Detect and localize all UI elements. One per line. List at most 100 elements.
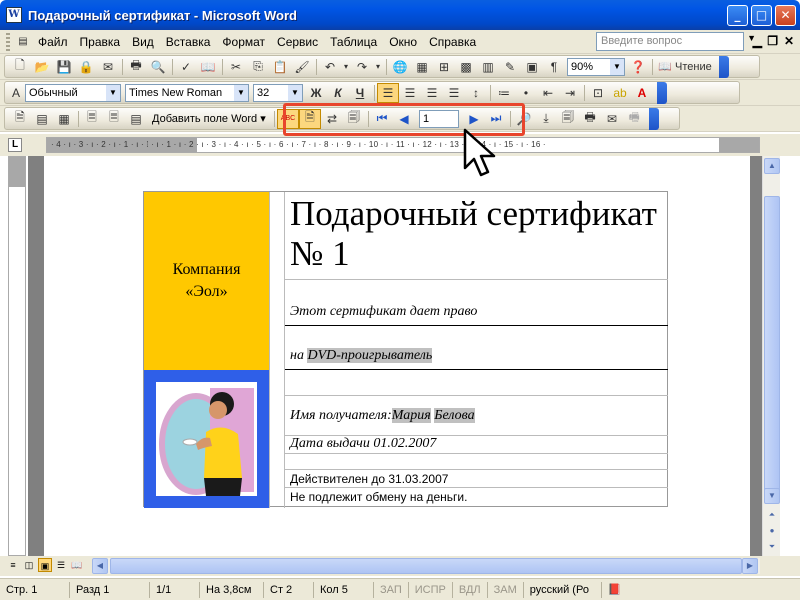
font-color-icon[interactable]: A	[631, 83, 653, 103]
align-right-icon[interactable]: ☰	[421, 83, 443, 103]
styles-pane-icon[interactable]: A	[9, 83, 23, 103]
menu-edit[interactable]: Правка	[74, 35, 127, 49]
doc-icon[interactable]: ▤	[14, 32, 32, 52]
paste-icon[interactable]: 📋	[269, 57, 291, 77]
zoom-select[interactable]: 90% ▼	[567, 57, 625, 76]
redo-dropdown-icon[interactable]: ▾	[373, 57, 383, 77]
status-track-changes[interactable]: ИСПР	[409, 581, 453, 598]
horizontal-scrollbar[interactable]: ◀ ▶	[92, 558, 760, 574]
email-icon[interactable]: ✉	[97, 57, 119, 77]
tables-borders-icon[interactable]: ▦	[411, 57, 433, 77]
scroll-up-icon[interactable]: ▲	[764, 158, 780, 174]
previous-page-icon[interactable]: ⏶	[764, 508, 780, 524]
doc-close-button[interactable]: ✕	[784, 34, 794, 48]
recipients-icon[interactable]: ▦	[53, 109, 75, 129]
menu-insert[interactable]: Вставка	[160, 35, 217, 49]
main-document-setup-icon[interactable]: 🗎	[9, 109, 31, 129]
merge-to-new-document-icon[interactable]: 🗐	[557, 109, 579, 129]
font-dropdown-icon[interactable]: ▼	[234, 84, 248, 101]
redo-icon[interactable]: ↷	[351, 57, 373, 77]
bullets-icon[interactable]: •	[515, 83, 537, 103]
certificate-table[interactable]: Компания «Эол» Подарочный сертификат № 1…	[143, 191, 668, 508]
font-size-select[interactable]: 32 ▼	[253, 83, 303, 102]
bold-button[interactable]: Ж	[305, 83, 327, 103]
close-button[interactable]: ✕	[775, 5, 796, 26]
font-select[interactable]: Times New Roman ▼	[125, 83, 249, 102]
undo-icon[interactable]: ↶	[319, 57, 341, 77]
print-preview-icon[interactable]: 🔍	[147, 57, 169, 77]
doc-restore-button[interactable]: ❐	[767, 34, 778, 48]
status-overtype[interactable]: ЗАМ	[488, 581, 524, 598]
permission-icon[interactable]: 🔒	[75, 57, 97, 77]
tab-selector-button[interactable]: L	[8, 138, 22, 152]
increase-indent-icon[interactable]: ⇥	[559, 83, 581, 103]
justify-icon[interactable]: ☰	[443, 83, 465, 103]
research-icon[interactable]: 📖	[197, 57, 219, 77]
word-app-icon[interactable]: W	[6, 7, 22, 23]
open-data-source-icon[interactable]: ▤	[31, 109, 53, 129]
copy-icon[interactable]: ⎘	[247, 57, 269, 77]
normal-view-icon[interactable]: ≡	[6, 558, 20, 572]
italic-button[interactable]: К	[327, 83, 349, 103]
read-button[interactable]: 📖 Чтение	[655, 57, 715, 77]
print-layout-icon[interactable]: ▣	[38, 558, 52, 572]
valid-until-cell[interactable]: Действителен до 31.03.2007	[285, 470, 668, 488]
scroll-right-icon[interactable]: ▶	[742, 558, 758, 574]
spacer-cell[interactable]	[285, 370, 668, 396]
underline-button[interactable]: Ч	[349, 83, 371, 103]
merge-to-fax-icon[interactable]: 🖷	[623, 109, 645, 129]
clipart-image[interactable]	[156, 382, 257, 496]
menu-format[interactable]: Формат	[216, 35, 271, 49]
spelling-icon[interactable]: ✓	[175, 57, 197, 77]
print-icon[interactable]: 🖶	[125, 57, 147, 77]
spelling-status-icon[interactable]: 📕	[602, 582, 628, 598]
horizontal-ruler[interactable]: · 4 · ı · 3 · ı · 2 · ı · 1 · ı · ⁞ · ı …	[46, 137, 760, 153]
insert-greeting-icon[interactable]: 🗏	[103, 109, 125, 129]
align-left-icon[interactable]: ☰	[377, 82, 399, 103]
insert-table-icon[interactable]: ⊞	[433, 57, 455, 77]
merge-to-printer-icon[interactable]: 🖶	[579, 109, 601, 129]
status-extend[interactable]: ВДЛ	[453, 581, 488, 598]
show-hide-icon[interactable]: ¶	[543, 57, 565, 77]
menu-grip[interactable]	[6, 32, 10, 51]
doc-minimize-button[interactable]: ▁	[753, 34, 762, 48]
style-select[interactable]: Обычный ▼	[25, 83, 121, 102]
vertical-scroll-thumb[interactable]	[764, 196, 780, 496]
horizontal-scroll-thumb[interactable]	[110, 558, 742, 574]
format-painter-icon[interactable]: 🖌	[291, 57, 313, 77]
line-spacing-icon[interactable]: ↕	[465, 83, 487, 103]
minimize-button[interactable]: _	[727, 5, 748, 26]
blank-cell[interactable]	[285, 454, 668, 470]
title-cell[interactable]: Подарочный сертификат № 1	[285, 192, 668, 280]
zoom-dropdown-icon[interactable]: ▼	[610, 58, 624, 75]
vertical-ruler[interactable]	[8, 156, 26, 556]
insert-merge-fields-icon[interactable]: ▤	[125, 109, 147, 129]
next-page-icon[interactable]: ⏷	[764, 540, 780, 556]
align-center-icon[interactable]: ☰	[399, 83, 421, 103]
last-name-merge-field[interactable]: Белова	[434, 408, 475, 423]
style-dropdown-icon[interactable]: ▼	[106, 84, 120, 101]
open-folder-icon[interactable]: 📂	[31, 57, 53, 77]
status-language[interactable]: русский (Ро	[524, 581, 602, 598]
issue-date-cell[interactable]: Дата выдачи 01.02.2007	[285, 436, 668, 454]
help-icon[interactable]: ❓	[627, 57, 649, 77]
save-icon[interactable]: 💾	[53, 57, 75, 77]
line1-cell[interactable]: Этот сертификат дает право	[285, 280, 668, 326]
web-layout-icon[interactable]: ◫	[22, 558, 36, 572]
line2-cell[interactable]: на DVD-проигрыватель	[285, 326, 668, 370]
first-name-merge-field[interactable]: Мария	[391, 408, 431, 423]
numbering-icon[interactable]: ≔	[493, 83, 515, 103]
border-icon[interactable]: ⊡	[587, 83, 609, 103]
recipient-cell[interactable]: Имя получателя:Мария Белова	[285, 396, 668, 436]
undo-dropdown-icon[interactable]: ▾	[341, 57, 351, 77]
scroll-left-icon[interactable]: ◀	[92, 558, 108, 574]
document-area[interactable]: Компания «Эол» Подарочный сертификат № 1…	[28, 156, 762, 556]
format-toolbar-options-icon[interactable]	[657, 81, 667, 104]
reading-layout-icon[interactable]: 📖	[70, 558, 84, 572]
menu-help[interactable]: Справка	[423, 35, 482, 49]
scroll-down-icon[interactable]: ▼	[764, 488, 780, 504]
menu-view[interactable]: Вид	[126, 35, 160, 49]
no-exchange-cell[interactable]: Не подлежит обмену на деньги.	[285, 488, 668, 508]
maximize-button[interactable]: □	[751, 5, 772, 26]
menu-tools[interactable]: Сервис	[271, 35, 324, 49]
